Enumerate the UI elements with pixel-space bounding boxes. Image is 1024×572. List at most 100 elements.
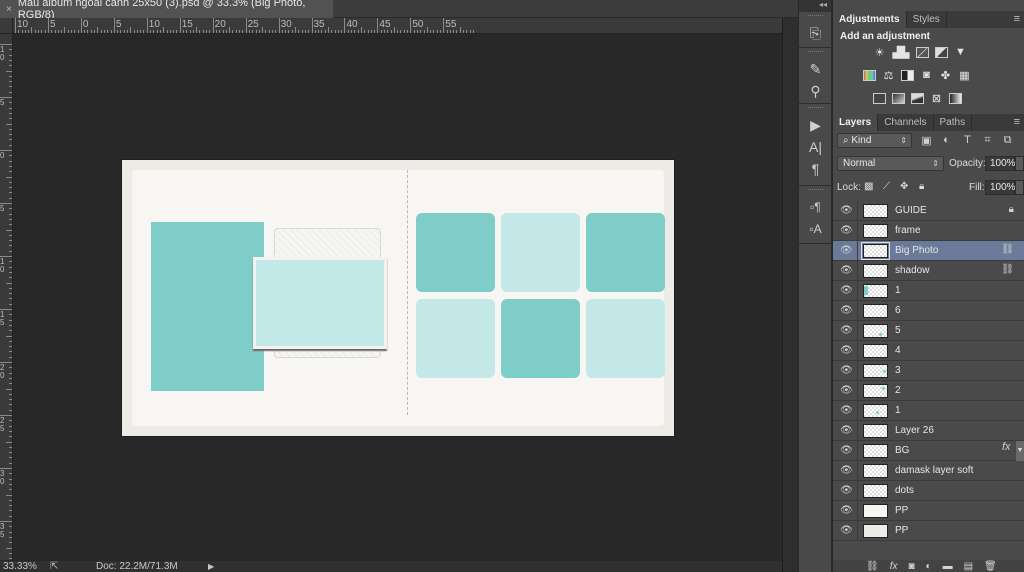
layer-name[interactable]: dots: [895, 485, 914, 496]
layer-name[interactable]: 1: [895, 405, 901, 416]
new-layer-icon[interactable]: ▤: [964, 561, 973, 572]
opacity-slider-button[interactable]: [1015, 156, 1024, 171]
layer-name[interactable]: PP: [895, 525, 908, 536]
color-balance-icon[interactable]: ⚖: [882, 69, 895, 82]
link-icon[interactable]: ⛓: [1001, 264, 1014, 275]
layer-name[interactable]: GUIDE: [895, 205, 927, 216]
layer-row[interactable]: 👁︎ 3: [833, 361, 1024, 381]
visibility-eye-icon[interactable]: 👁︎: [840, 345, 853, 356]
fill-slider-button[interactable]: [1015, 180, 1024, 195]
visibility-eye-icon[interactable]: 👁︎: [840, 505, 853, 516]
visibility-eye-icon[interactable]: 👁︎: [840, 305, 853, 316]
status-menu-arrow[interactable]: ▶: [208, 562, 214, 571]
character-styles-icon[interactable]: ▫A: [799, 218, 832, 240]
visibility-eye-icon[interactable]: 👁︎: [840, 425, 853, 436]
invert-icon[interactable]: [873, 92, 886, 104]
layer-row[interactable]: 👁︎ 1: [833, 281, 1024, 301]
exposure-icon[interactable]: [935, 46, 948, 58]
layer-thumbnail[interactable]: [863, 464, 888, 478]
black-white-icon[interactable]: [901, 69, 914, 81]
paragraph-styles-icon[interactable]: ▫¶: [799, 196, 832, 218]
panel-menu-icon[interactable]: ≡: [1014, 11, 1024, 28]
color-lookup-icon[interactable]: ▦: [958, 69, 971, 82]
blend-mode-select[interactable]: Normal ⇕: [837, 156, 944, 171]
tab-paths[interactable]: Paths: [934, 114, 973, 131]
document-canvas[interactable]: [122, 160, 674, 436]
delete-layer-icon[interactable]: 🗑︎: [984, 561, 997, 572]
dock-grip[interactable]: [808, 107, 823, 111]
layer-name[interactable]: frame: [895, 225, 921, 236]
layer-name[interactable]: 1: [895, 285, 901, 296]
layer-name[interactable]: BG: [895, 445, 909, 456]
lock-all-icon[interactable]: 🔒︎: [919, 181, 924, 192]
visibility-eye-icon[interactable]: 👁︎: [840, 465, 853, 476]
paragraph-icon[interactable]: ¶: [799, 158, 832, 180]
collapse-dock-button[interactable]: ◂◂: [799, 0, 831, 12]
layer-row[interactable]: 👁︎ shadow ⛓: [833, 261, 1024, 281]
levels-icon[interactable]: ▟▙: [892, 46, 910, 59]
dock-grip[interactable]: [808, 51, 823, 55]
vibrance-icon[interactable]: ▼: [954, 46, 967, 58]
layer-thumbnail[interactable]: [863, 504, 888, 518]
layer-thumbnail[interactable]: [863, 224, 888, 238]
panel-menu-icon[interactable]: ≡: [1014, 114, 1024, 131]
visibility-eye-icon[interactable]: 👁︎: [840, 445, 853, 456]
layer-row[interactable]: 👁︎ 5: [833, 321, 1024, 341]
layer-row[interactable]: 👁︎ PP: [833, 521, 1024, 541]
layer-thumbnail[interactable]: [863, 324, 888, 338]
link-layers-icon[interactable]: ⛓: [866, 561, 879, 572]
visibility-eye-icon[interactable]: 👁︎: [840, 245, 853, 256]
layer-name[interactable]: damask layer soft: [895, 465, 973, 476]
new-fill-adjustment-icon[interactable]: ◐: [926, 561, 932, 572]
posterize-icon[interactable]: [892, 92, 905, 104]
photo-filter-icon[interactable]: ◙: [920, 69, 933, 81]
channel-mixer-icon[interactable]: ✤: [939, 69, 952, 82]
layer-name[interactable]: PP: [895, 505, 908, 516]
layer-thumbnail[interactable]: [861, 242, 890, 260]
vertical-ruler[interactable]: 1 0 5 0 5 1 0 1 5 2 0 2 5 3 0 3 5: [0, 34, 13, 560]
tab-styles[interactable]: Styles: [907, 11, 947, 28]
play-actions-icon[interactable]: ▶: [799, 114, 832, 136]
layer-row[interactable]: 👁︎ GUIDE 🔒︎: [833, 201, 1024, 221]
expand-effects-icon[interactable]: ▼: [1016, 441, 1024, 461]
hue-saturation-icon[interactable]: [863, 69, 876, 81]
tab-channels[interactable]: Channels: [878, 114, 934, 131]
lock-transparency-icon[interactable]: ▩: [864, 181, 873, 192]
history-icon[interactable]: ⎘: [799, 22, 832, 44]
layer-thumbnail[interactable]: [863, 364, 888, 378]
layer-thumbnail[interactable]: [863, 524, 888, 538]
tab-layers[interactable]: Layers: [833, 114, 879, 131]
layer-row[interactable]: 👁︎ 2: [833, 381, 1024, 401]
brightness-contrast-icon[interactable]: ☀: [873, 46, 886, 59]
layer-row[interactable]: 👁︎ BG fx ▼: [833, 441, 1024, 461]
layer-thumbnail[interactable]: [863, 264, 888, 278]
layer-row[interactable]: 👁︎ 4: [833, 341, 1024, 361]
share-icon[interactable]: ⇱: [50, 561, 58, 572]
document-tab[interactable]: × Mau album ngoai canh 25x50 (3).psd @ 3…: [0, 0, 333, 21]
clone-source-icon[interactable]: ⚲: [799, 80, 832, 102]
layer-row[interactable]: 👁︎ frame: [833, 221, 1024, 241]
visibility-eye-icon[interactable]: 👁︎: [840, 285, 853, 296]
layer-row[interactable]: 👁︎ PP: [833, 501, 1024, 521]
pixel-filter-icon[interactable]: ▣: [920, 134, 933, 147]
visibility-eye-icon[interactable]: 👁︎: [840, 485, 853, 496]
layer-thumbnail[interactable]: [863, 484, 888, 498]
visibility-eye-icon[interactable]: 👁︎: [840, 225, 853, 236]
layer-thumbnail[interactable]: [863, 284, 888, 298]
layer-thumbnail[interactable]: [863, 404, 888, 418]
fill-input[interactable]: 100%: [985, 180, 1016, 195]
visibility-eye-icon[interactable]: 👁︎: [840, 525, 853, 536]
visibility-eye-icon[interactable]: 👁︎: [840, 385, 853, 396]
layer-name[interactable]: Layer 26: [895, 425, 934, 436]
layer-thumbnail[interactable]: [863, 384, 888, 398]
add-style-icon[interactable]: fx: [890, 561, 898, 572]
close-icon[interactable]: ×: [6, 4, 12, 15]
opacity-input[interactable]: 100%: [985, 156, 1016, 171]
filter-kind-select[interactable]: ⌕ Kind ⇕: [837, 133, 912, 148]
smart-object-filter-icon[interactable]: ⧉: [1001, 134, 1014, 146]
lock-pixels-icon[interactable]: ⟋: [883, 181, 890, 192]
gradient-map-icon[interactable]: [949, 92, 962, 104]
lock-position-icon[interactable]: ✥: [900, 181, 908, 192]
layer-thumbnail[interactable]: [863, 304, 888, 318]
tab-adjustments[interactable]: Adjustments: [833, 11, 907, 28]
